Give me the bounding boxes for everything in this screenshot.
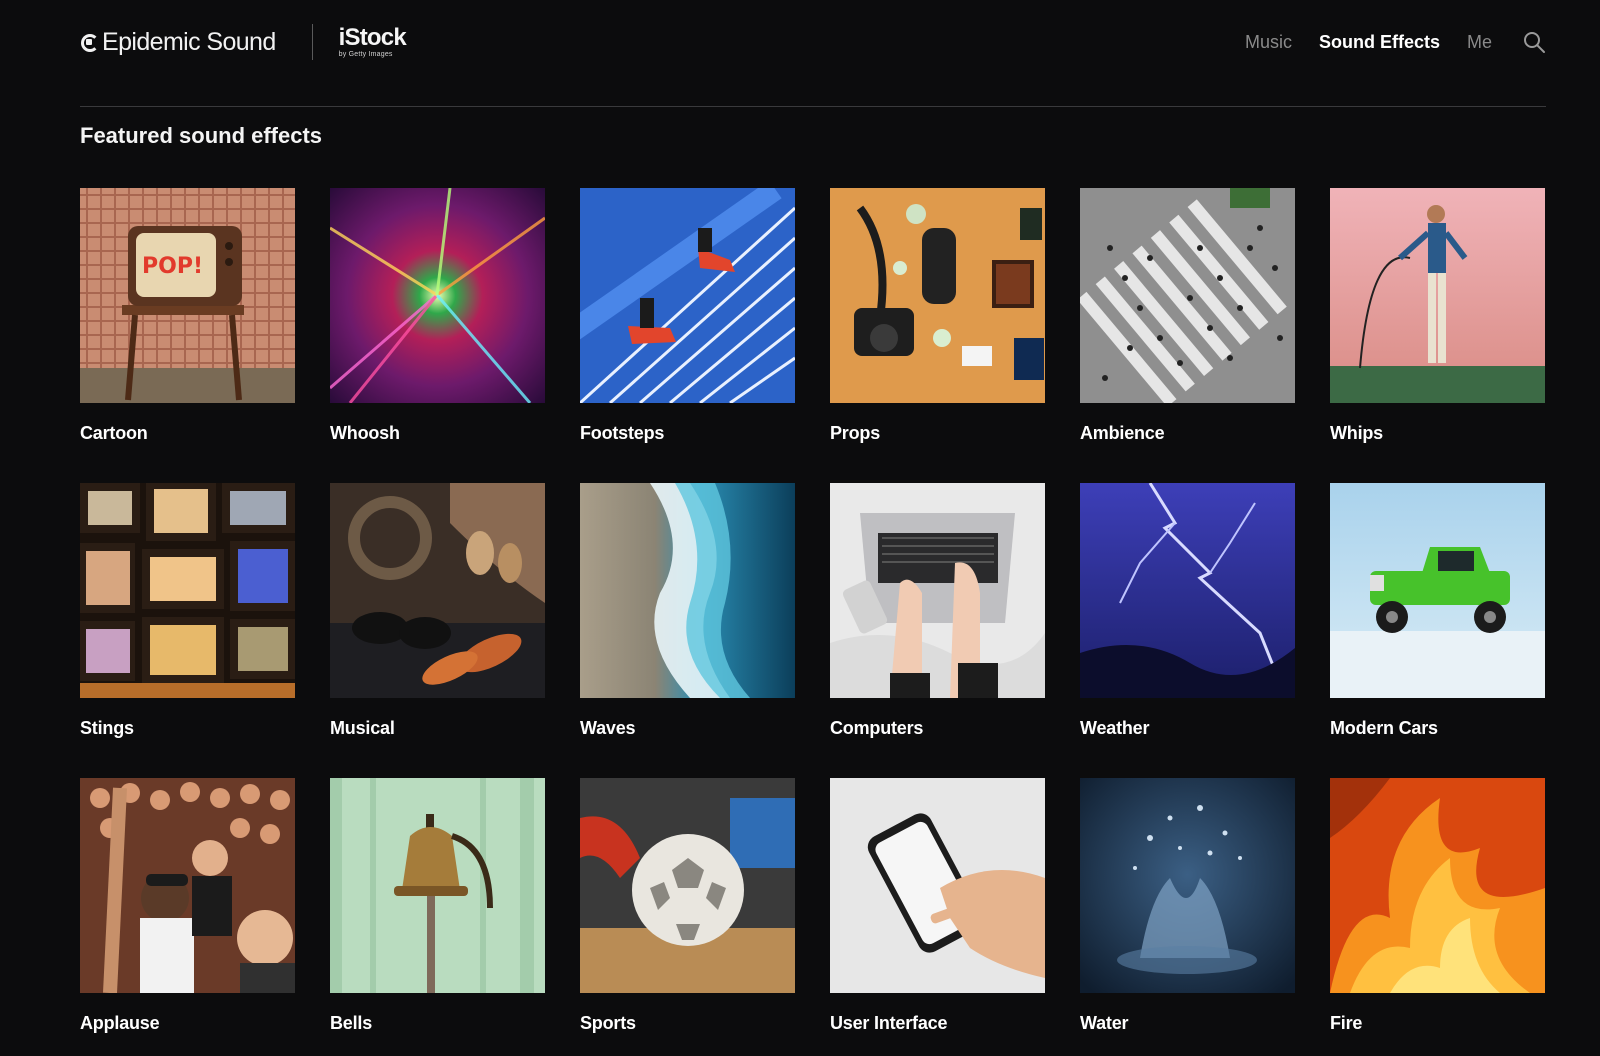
whip-performer-image	[1330, 188, 1545, 403]
category-label: Sports	[580, 1013, 636, 1033]
category-label: Whoosh	[330, 423, 400, 443]
category-label: Bells	[330, 1013, 373, 1033]
brand-divider	[311, 24, 313, 60]
laptop-typing-image	[830, 483, 1045, 698]
lightning-storm-image	[1080, 483, 1295, 698]
ocean-wave-image	[580, 483, 795, 698]
top-header: Epidemic Sound iStock by Getty Images Mu…	[80, 14, 1546, 70]
category-tile-weather[interactable]: Weather	[1080, 483, 1295, 778]
search-icon[interactable]	[1522, 30, 1546, 54]
category-label: Musical	[330, 718, 395, 738]
category-label: Weather	[1080, 718, 1150, 738]
page: Epidemic Sound iStock by Getty Images Mu…	[0, 0, 1600, 1056]
category-tile-footsteps[interactable]: Footsteps	[580, 188, 795, 483]
category-tile-waves[interactable]: Waves	[580, 483, 795, 778]
epidemic-sound-mark-icon	[80, 33, 99, 52]
tv-wall-image	[80, 483, 295, 698]
smartphone-hand-image	[830, 778, 1045, 993]
header-divider	[80, 106, 1546, 107]
main-nav: Music Sound Effects Me	[1218, 14, 1546, 70]
epidemic-sound-logo[interactable]: Epidemic Sound	[80, 28, 276, 57]
category-tile-cartoon[interactable]: POP! Cartoon	[80, 188, 295, 483]
category-tile-modern-cars[interactable]: Modern Cars	[1330, 483, 1545, 778]
category-label: Fire	[1330, 1013, 1363, 1033]
soccer-ball-image	[580, 778, 795, 993]
nav-sound-effects[interactable]: Sound Effects	[1319, 32, 1440, 53]
stairs-sneakers-image	[580, 188, 795, 403]
category-label: User Interface	[830, 1013, 948, 1033]
water-splash-image	[1080, 778, 1295, 993]
category-label: Stings	[80, 718, 134, 738]
category-label: Waves	[580, 718, 636, 738]
crosswalk-crowd-image	[1080, 188, 1295, 403]
category-label: Footsteps	[580, 423, 665, 443]
cheering-crowd-image	[80, 778, 295, 993]
partner-sub: by Getty Images	[338, 51, 393, 58]
category-tile-whoosh[interactable]: Whoosh	[330, 188, 545, 483]
category-label: Computers	[830, 718, 924, 738]
category-label: Water	[1080, 1013, 1129, 1033]
category-label: Whips	[1330, 423, 1383, 443]
camera-flatlay-image	[830, 188, 1045, 403]
category-label: Cartoon	[80, 423, 148, 443]
category-tile-user-interface[interactable]: User Interface	[830, 778, 1045, 1056]
category-label: Props	[830, 423, 881, 443]
istock-logo[interactable]: iStock by Getty Images	[338, 24, 407, 59]
nav-me[interactable]: Me	[1467, 32, 1492, 53]
section-title: Featured sound effects	[80, 123, 323, 148]
brass-bell-image	[330, 778, 545, 993]
category-tile-applause[interactable]: Applause	[80, 778, 295, 1056]
sound-effects-grid: POP! Cartoon Whoosh Footsteps Props Ambi…	[80, 188, 1546, 1056]
category-tile-stings[interactable]: Stings	[80, 483, 295, 778]
partner-name: iStock	[338, 24, 407, 51]
category-tile-whips[interactable]: Whips	[1330, 188, 1545, 483]
category-tile-bells[interactable]: Bells	[330, 778, 545, 1056]
category-tile-musical[interactable]: Musical	[330, 483, 545, 778]
svg-text:POP!: POP!	[142, 254, 203, 279]
category-tile-sports[interactable]: Sports	[580, 778, 795, 1056]
category-label: Ambience	[1080, 423, 1165, 443]
light-tunnel-image	[330, 188, 545, 403]
category-label: Applause	[80, 1013, 160, 1033]
brand-area: Epidemic Sound iStock by Getty Images	[80, 14, 407, 70]
category-tile-fire[interactable]: Fire	[1330, 778, 1545, 1056]
tv-pop-image: POP!	[80, 188, 295, 403]
brand-name: Epidemic Sound	[102, 27, 276, 56]
category-tile-computers[interactable]: Computers	[830, 483, 1045, 778]
green-truck-image	[1330, 483, 1545, 698]
category-tile-water[interactable]: Water	[1080, 778, 1295, 1056]
flames-image	[1330, 778, 1545, 993]
category-tile-props[interactable]: Props	[830, 188, 1045, 483]
nav-music[interactable]: Music	[1245, 32, 1292, 53]
category-label: Modern Cars	[1330, 718, 1438, 738]
category-tile-ambience[interactable]: Ambience	[1080, 188, 1295, 483]
percussion-instruments-image	[330, 483, 545, 698]
